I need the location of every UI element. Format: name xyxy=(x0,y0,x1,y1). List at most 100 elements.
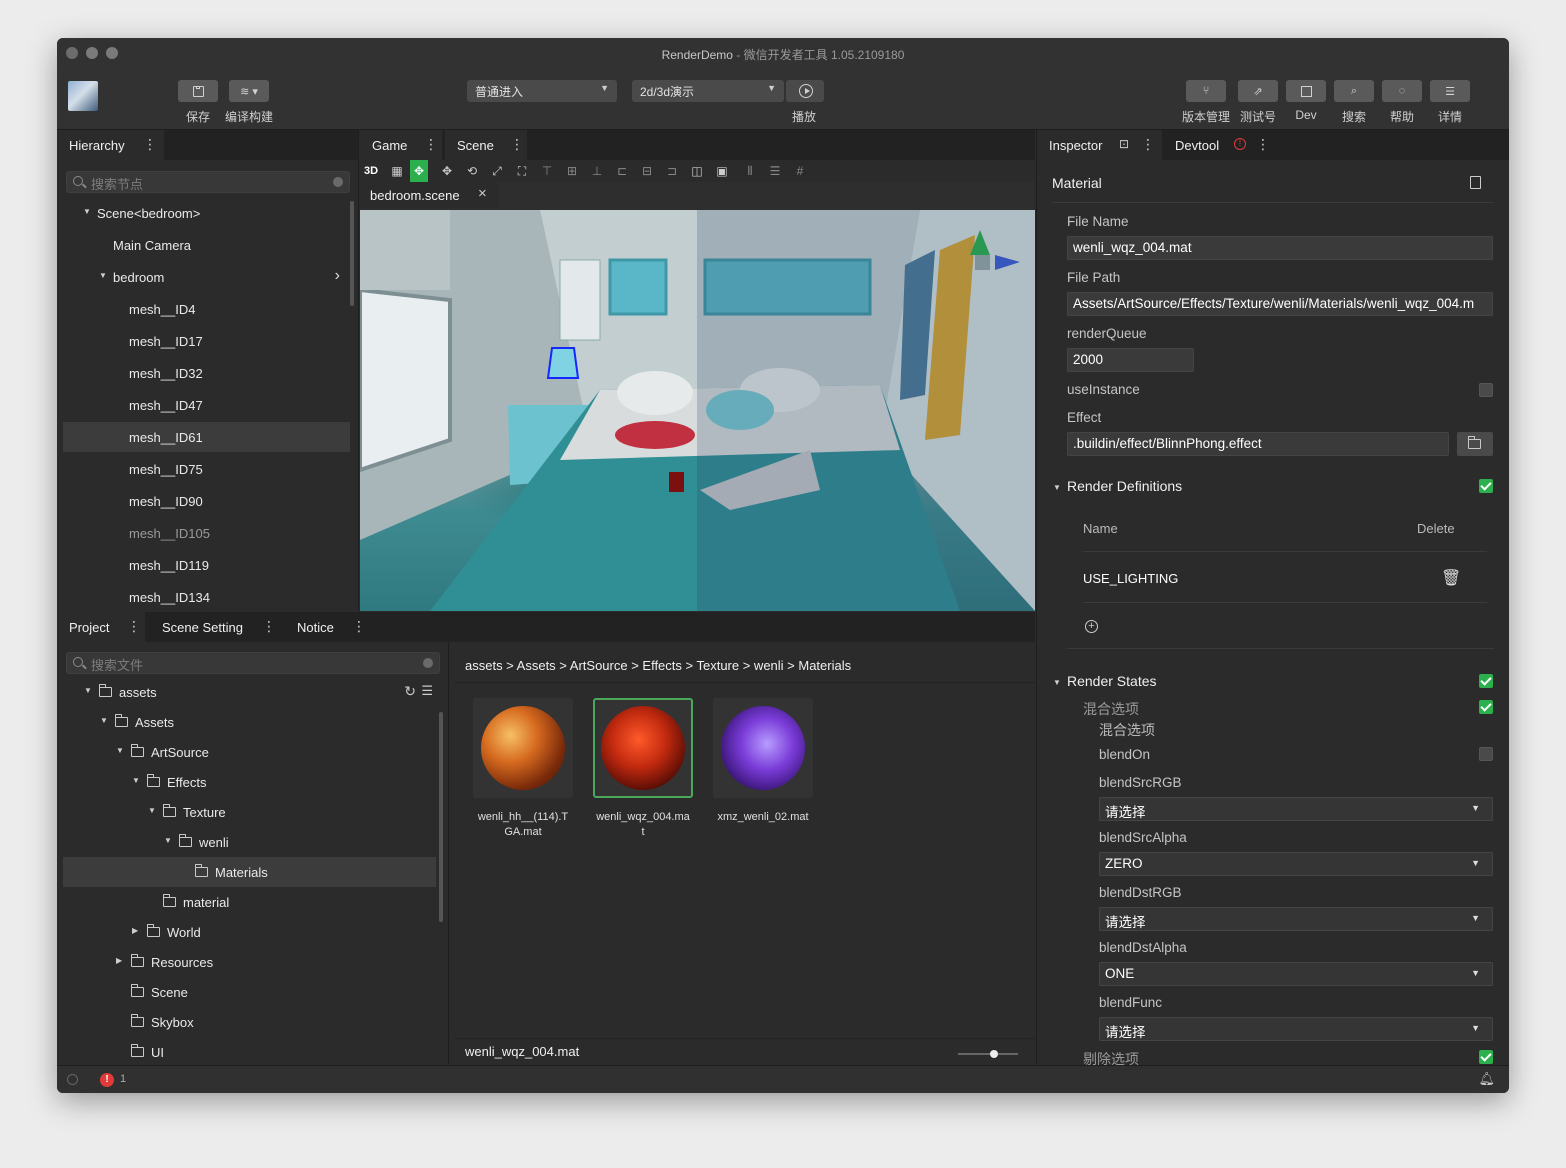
add-definition-button[interactable]: + xyxy=(1085,620,1098,633)
render-queue-field[interactable]: 2000 xyxy=(1067,348,1194,372)
align-top-icon[interactable]: ⊤ xyxy=(538,160,556,182)
more-options-icon[interactable]: ⋮ xyxy=(127,619,141,633)
blend-on-checkbox[interactable] xyxy=(1479,747,1493,761)
tree-folder[interactable]: Skybox xyxy=(63,1007,436,1037)
tree-folder[interactable]: ▼ assets ↻ ☰ xyxy=(63,677,436,707)
file-name-field[interactable]: wenli_wqz_004.mat xyxy=(1067,236,1493,260)
tree-node[interactable]: mesh__ID119 xyxy=(63,550,350,580)
tree-node[interactable]: mesh__ID134 xyxy=(63,582,350,612)
more-options-icon[interactable]: ⋮ xyxy=(1141,137,1155,151)
tree-folder[interactable]: Scene xyxy=(63,977,436,1007)
document-icon[interactable] xyxy=(1470,176,1481,189)
tree-node[interactable]: ▼ Scene<bedroom> xyxy=(63,198,350,228)
material-thumbnail[interactable] xyxy=(473,698,573,798)
node-search-input[interactable]: 搜索节点 xyxy=(66,171,350,193)
blend-src-alpha-select[interactable]: ZERO ▼ xyxy=(1099,852,1493,876)
refresh-icon[interactable]: ↻ xyxy=(404,683,416,700)
material-thumbnail-selected[interactable] xyxy=(593,698,693,798)
tree-folder[interactable]: UI xyxy=(63,1037,436,1064)
file-path-field[interactable]: Assets/ArtSource/Effects/Texture/wenli/M… xyxy=(1067,292,1493,316)
tree-node[interactable]: mesh__ID75 xyxy=(63,454,350,484)
more-options-icon[interactable]: ⋮ xyxy=(424,137,438,151)
blend-func-select[interactable]: 请选择 ▼ xyxy=(1099,1017,1493,1041)
tree-folder[interactable]: material xyxy=(63,887,436,917)
file-search-input[interactable]: 搜索文件 xyxy=(66,652,440,674)
close-icon[interactable]: × xyxy=(478,185,487,202)
list-view-icon[interactable]: ☰ xyxy=(421,683,433,699)
frame-icon[interactable]: ◫ xyxy=(688,160,706,182)
tree-folder-selected[interactable]: Materials xyxy=(63,857,436,887)
snap-icon[interactable]: ▣ xyxy=(713,160,731,182)
error-icon[interactable]: ! xyxy=(100,1073,114,1087)
align-hcenter-icon[interactable]: ⊟ xyxy=(638,160,656,182)
tree-node[interactable]: mesh__ID90 xyxy=(63,486,350,516)
blend-src-rgb-select[interactable]: 请选择 ▼ xyxy=(1099,797,1493,821)
align-bottom-icon[interactable]: ⊥ xyxy=(588,160,606,182)
tree-node[interactable]: mesh__ID105 xyxy=(63,518,350,548)
caret-down-icon[interactable]: ▼ xyxy=(1053,483,1061,492)
hierarchy-scrollbar[interactable] xyxy=(350,201,354,306)
align-left-icon[interactable]: ⊏ xyxy=(613,160,631,182)
file-tab-bedroom-scene[interactable]: bedroom.scene × xyxy=(360,182,498,208)
tree-node[interactable]: mesh__ID32 xyxy=(63,358,350,388)
clear-icon[interactable] xyxy=(333,177,343,187)
render-states-checkbox[interactable] xyxy=(1479,674,1493,688)
caret-down-icon[interactable]: ▼ xyxy=(1053,678,1061,687)
more-options-icon[interactable]: ⋮ xyxy=(510,137,524,151)
align-right-icon[interactable]: ⊐ xyxy=(663,160,681,182)
grid-icon[interactable]: ▦ xyxy=(388,160,406,182)
search-button[interactable]: ⌕ xyxy=(1334,80,1374,102)
file-tree-scrollbar[interactable] xyxy=(439,712,443,922)
view-mode-toggle[interactable]: 3D xyxy=(362,160,380,182)
tree-folder[interactable]: ▼ Assets xyxy=(63,707,436,737)
demo-select[interactable]: 2d/3d演示 ▼ xyxy=(632,80,784,102)
tree-folder[interactable]: ▶ Resources xyxy=(63,947,436,977)
blend-dst-alpha-select[interactable]: ONE ▼ xyxy=(1099,962,1493,986)
rect-tool-icon[interactable]: ⛶ xyxy=(513,160,531,182)
effect-field[interactable]: .buildin/effect/BlinnPhong.effect xyxy=(1067,432,1449,456)
distribute-h-icon[interactable]: ⦀ xyxy=(741,160,759,182)
move-tool-icon[interactable]: ✥ xyxy=(410,160,428,182)
tree-node[interactable]: mesh__ID47 xyxy=(63,390,350,420)
mode-select[interactable]: 普通进入 ▼ xyxy=(467,80,617,102)
align-vcenter-icon[interactable]: ⊞ xyxy=(563,160,581,182)
blend-group-checkbox[interactable] xyxy=(1479,700,1493,714)
tree-node[interactable]: mesh__ID17 xyxy=(63,326,350,356)
tree-node[interactable]: mesh__ID4 xyxy=(63,294,350,324)
material-thumbnail[interactable] xyxy=(713,698,813,798)
tree-node-selected[interactable]: mesh__ID61 xyxy=(63,422,350,452)
test-account-button[interactable]: ⇗ xyxy=(1238,80,1278,102)
bell-icon[interactable]: 🔔︎ xyxy=(1478,1071,1495,1087)
more-options-icon[interactable]: ⋮ xyxy=(1256,137,1270,151)
tree-folder[interactable]: ▼ Effects xyxy=(63,767,436,797)
breadcrumb[interactable]: assets > Assets > ArtSource > Effects > … xyxy=(465,658,851,673)
help-button[interactable]: ◌ xyxy=(1382,80,1422,102)
lock-icon[interactable]: ⊡ xyxy=(1119,137,1129,151)
trash-icon[interactable]: 🗑 xyxy=(1441,568,1461,588)
chevron-right-icon[interactable]: › xyxy=(335,267,340,285)
version-control-button[interactable]: ⑂ xyxy=(1186,80,1226,102)
scene-viewport[interactable] xyxy=(360,210,1035,611)
effect-browse-button[interactable] xyxy=(1457,432,1493,456)
avatar[interactable] xyxy=(68,81,98,111)
cull-group-checkbox[interactable] xyxy=(1479,1050,1493,1064)
pan-tool-icon[interactable]: ✥ xyxy=(438,160,456,182)
tree-folder[interactable]: ▼ ArtSource xyxy=(63,737,436,767)
blend-dst-rgb-select[interactable]: 请选择 ▼ xyxy=(1099,907,1493,931)
tree-node[interactable]: ▼ bedroom › xyxy=(63,262,350,292)
tree-folder[interactable]: ▼ wenli xyxy=(63,827,436,857)
tree-folder[interactable]: ▶ World xyxy=(63,917,436,947)
more-options-icon[interactable]: ⋮ xyxy=(262,619,276,633)
more-options-icon[interactable]: ⋮ xyxy=(143,137,157,151)
tree-node[interactable]: Main Camera xyxy=(63,230,350,260)
slider-knob[interactable] xyxy=(990,1050,998,1058)
render-definitions-checkbox[interactable] xyxy=(1479,479,1493,493)
save-button[interactable] xyxy=(178,80,218,102)
build-button[interactable]: ≋ ▾ xyxy=(229,80,269,102)
details-button[interactable]: ☰ xyxy=(1430,80,1470,102)
clear-icon[interactable] xyxy=(423,658,433,668)
thumbnail-zoom-slider[interactable] xyxy=(958,1050,1018,1058)
play-button[interactable] xyxy=(786,80,824,102)
tree-folder[interactable]: ▼ Texture xyxy=(63,797,436,827)
distribute-v-icon[interactable]: ☰ xyxy=(766,160,784,182)
